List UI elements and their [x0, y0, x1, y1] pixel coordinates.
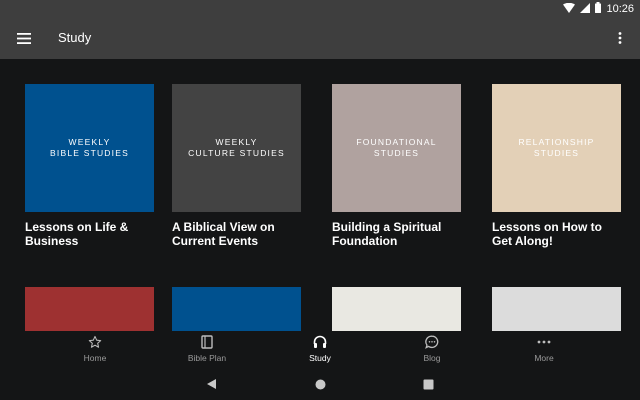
nav-label: Bible Plan [187, 353, 227, 363]
study-card-tile-partial[interactable] [332, 287, 461, 331]
tile-text: WEEKLY CULTURE STUDIES [188, 137, 285, 158]
card-tile[interactable]: FOUNDATIONAL STUDIES [332, 84, 461, 212]
recents-icon[interactable] [421, 377, 435, 391]
nav-item-home[interactable]: Home [55, 334, 135, 366]
bottom-nav: Home Bible Plan Study Blog More [0, 331, 640, 367]
app-bar: Study [0, 18, 640, 59]
study-card-culture[interactable]: WEEKLY CULTURE STUDIES A Biblical View o… [172, 84, 301, 248]
card-title[interactable]: Lessons on How to Get Along! [492, 220, 621, 248]
status-time: 10:26 [606, 3, 634, 15]
card-tile[interactable]: WEEKLY BIBLE STUDIES [25, 84, 154, 212]
wifi-icon [563, 0, 576, 18]
study-card-tile-partial[interactable] [492, 287, 621, 331]
nav-label: Study [309, 353, 331, 363]
nav-item-more[interactable]: More [504, 334, 584, 366]
back-icon[interactable] [204, 377, 218, 391]
book-icon [199, 334, 215, 350]
headphones-icon [312, 334, 328, 350]
card-tile[interactable]: RELATIONSHIP STUDIES [492, 84, 621, 212]
page-title: Study [58, 30, 92, 45]
home-icon[interactable] [313, 377, 327, 391]
more-horiz-icon [536, 334, 552, 350]
system-nav-bar [0, 367, 640, 400]
nav-label: Blog [423, 353, 441, 363]
card-title[interactable]: Lessons on Life & Business [25, 220, 154, 248]
status-icons: 10:26 [563, 2, 634, 16]
tile-text: RELATIONSHIP STUDIES [518, 137, 595, 158]
hamburger-menu-icon[interactable] [14, 28, 34, 48]
nav-item-bible-plan[interactable]: Bible Plan [167, 334, 247, 366]
more-vert-icon[interactable] [612, 28, 628, 48]
star-icon [87, 334, 103, 350]
nav-item-study[interactable]: Study [280, 334, 360, 366]
study-card-tile-partial[interactable] [172, 287, 301, 331]
nav-item-blog[interactable]: Blog [392, 334, 472, 366]
battery-icon [595, 0, 602, 18]
tile-text: WEEKLY BIBLE STUDIES [50, 137, 129, 158]
study-card-relationship[interactable]: RELATIONSHIP STUDIES Lessons on How to G… [492, 84, 621, 248]
status-bar: 10:26 [0, 0, 640, 18]
tile-text: FOUNDATIONAL STUDIES [356, 137, 437, 158]
card-title[interactable]: Building a Spiritual Foundation [332, 220, 461, 248]
card-tile[interactable]: WEEKLY CULTURE STUDIES [172, 84, 301, 212]
study-card-tile-partial[interactable] [25, 287, 154, 331]
signal-icon [580, 0, 591, 18]
study-grid: WEEKLY BIBLE STUDIES Lessons on Life & B… [0, 59, 640, 331]
study-card-foundational[interactable]: FOUNDATIONAL STUDIES Building a Spiritua… [332, 84, 461, 248]
chat-bubble-icon [424, 334, 440, 350]
card-title[interactable]: A Biblical View on Current Events [172, 220, 301, 248]
nav-label: More [534, 353, 554, 363]
study-card-bible[interactable]: WEEKLY BIBLE STUDIES Lessons on Life & B… [25, 84, 154, 248]
nav-label: Home [83, 353, 107, 363]
